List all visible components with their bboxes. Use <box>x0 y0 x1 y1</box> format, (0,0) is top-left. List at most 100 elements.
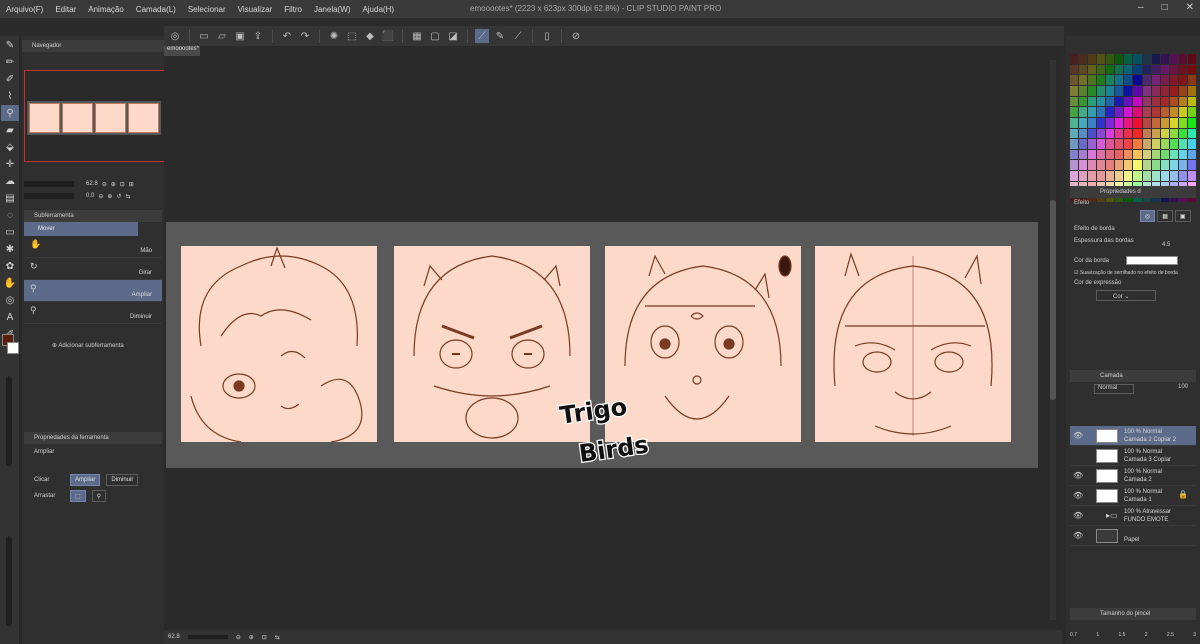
palette-swatch[interactable] <box>1160 117 1169 128</box>
palette-swatch[interactable] <box>1115 149 1124 160</box>
palette-swatch[interactable] <box>1088 149 1097 160</box>
palette-swatch[interactable] <box>1115 139 1124 149</box>
eye-icon[interactable]: 👁 <box>1073 491 1083 500</box>
palette-swatch[interactable] <box>1115 54 1124 64</box>
pencil-icon[interactable]: ✏ <box>1 54 19 70</box>
close-button[interactable]: ✕ <box>1186 2 1194 13</box>
palette-swatch[interactable] <box>1106 54 1115 64</box>
click-zoom-out-button[interactable]: Diminuir <box>106 474 139 486</box>
palette-swatch[interactable] <box>1160 171 1169 181</box>
palette-swatch[interactable] <box>1187 75 1196 85</box>
menu-filtro[interactable]: Filtro <box>278 5 308 14</box>
smartphone-icon[interactable]: ▯ <box>540 29 554 43</box>
palette-swatch[interactable] <box>1160 139 1169 149</box>
eye-icon[interactable]: 👁 <box>1073 471 1083 480</box>
palette-swatch[interactable] <box>1106 149 1115 160</box>
palette-swatch[interactable] <box>1178 117 1187 128</box>
palette-swatch[interactable] <box>1151 107 1160 117</box>
palette-swatch[interactable] <box>1142 171 1151 181</box>
palette-swatch[interactable] <box>1070 75 1079 85</box>
palette-swatch[interactable] <box>1133 171 1142 181</box>
palette-swatch[interactable] <box>1106 128 1115 139</box>
palette-swatch[interactable] <box>1088 171 1097 181</box>
palette-swatch[interactable] <box>1160 75 1169 85</box>
snap-grid-icon[interactable]: ⟋ <box>511 29 525 43</box>
palette-swatch[interactable] <box>1169 64 1178 75</box>
palette-swatch[interactable] <box>1151 54 1160 64</box>
palette-swatch[interactable] <box>1124 117 1133 128</box>
palette-swatch[interactable] <box>1151 171 1160 181</box>
palette-swatch[interactable] <box>1160 149 1169 160</box>
palette-swatch[interactable] <box>1088 107 1097 117</box>
undo-icon[interactable]: ↶ <box>280 29 294 43</box>
palette-swatch[interactable] <box>1106 75 1115 85</box>
rotate-right-icon[interactable]: ⊕ <box>107 193 112 200</box>
layer-row[interactable]: 👁 100 % Normal Camada 2 <box>1070 466 1196 486</box>
palette-swatch[interactable] <box>1106 171 1115 181</box>
palette-swatch[interactable] <box>1178 85 1187 96</box>
palette-swatch[interactable] <box>1151 149 1160 160</box>
save-icon[interactable]: ▣ <box>233 29 247 43</box>
palette-swatch[interactable] <box>1187 128 1196 139</box>
palette-swatch[interactable] <box>1142 64 1151 75</box>
palette-swatch[interactable] <box>1142 160 1151 171</box>
palette-swatch[interactable] <box>1115 171 1124 181</box>
palette-swatch[interactable] <box>1169 96 1178 107</box>
figure-icon[interactable]: ▭ <box>1 224 19 240</box>
decoration-icon[interactable]: ✿ <box>1 258 19 274</box>
palette-swatch[interactable] <box>1133 107 1142 117</box>
palette-swatch[interactable] <box>1142 75 1151 85</box>
text-icon[interactable]: A <box>1 309 19 325</box>
palette-swatch[interactable] <box>1178 139 1187 149</box>
subtool-item-hand[interactable]: ✋ Mão <box>24 236 162 258</box>
palette-swatch[interactable] <box>1115 75 1124 85</box>
palette-swatch[interactable] <box>1133 54 1142 64</box>
zoom-out-icon[interactable]: ⊖ <box>102 181 107 188</box>
palette-swatch[interactable] <box>1079 54 1088 64</box>
palette-swatch[interactable] <box>1133 64 1142 75</box>
palette-swatch[interactable] <box>1115 117 1124 128</box>
smoothing-checkbox[interactable]: ☑ Suavização de serrilhado no efeito de … <box>1074 270 1178 276</box>
palette-swatch[interactable] <box>1097 96 1106 107</box>
clear-icon[interactable]: ⬚ <box>345 29 359 43</box>
expression-color-select[interactable]: Cor ⌄ <box>1096 290 1156 301</box>
palette-swatch[interactable] <box>1160 64 1169 75</box>
palette-swatch[interactable] <box>1124 139 1133 149</box>
brush-icon[interactable]: ✐ <box>1 71 19 87</box>
palette-swatch[interactable] <box>1133 149 1142 160</box>
palette-swatch[interactable] <box>1133 96 1142 107</box>
reset-rotation-icon[interactable]: ↺ <box>116 193 121 200</box>
lock-icon[interactable]: 🔒 <box>1178 490 1188 499</box>
border-thickness-value[interactable]: 4.5 <box>1162 242 1170 248</box>
zoom-tool-icon[interactable]: ⚲ <box>1 105 19 121</box>
invert-selection-icon[interactable]: ◪ <box>446 29 460 43</box>
brush-size-option[interactable]: 1.5 <box>1118 632 1125 638</box>
palette-swatch[interactable] <box>1106 85 1115 96</box>
border-effect-icon[interactable]: ◎ <box>1140 210 1156 222</box>
menu-arquivo[interactable]: Arquivo(F) <box>0 5 49 14</box>
palette-swatch[interactable] <box>1124 54 1133 64</box>
palette-swatch[interactable] <box>1160 85 1169 96</box>
palette-swatch[interactable] <box>1187 85 1196 96</box>
palette-swatch[interactable] <box>1169 160 1178 171</box>
color-palette[interactable] <box>1070 54 1196 202</box>
palette-swatch[interactable] <box>1115 96 1124 107</box>
zoom-in-icon[interactable]: ⊕ <box>249 634 254 641</box>
brush-size-option[interactable]: 0.7 <box>1070 632 1077 638</box>
click-zoom-in-button[interactable]: Ampliar <box>70 474 101 486</box>
palette-swatch[interactable] <box>1142 117 1151 128</box>
add-subtool-button[interactable]: ⊕ Adicionar subferramenta <box>52 342 124 349</box>
palette-swatch[interactable] <box>1070 117 1079 128</box>
palette-swatch[interactable] <box>1079 75 1088 85</box>
blend-mode-select[interactable]: Normal <box>1094 384 1134 394</box>
palette-swatch[interactable] <box>1079 128 1088 139</box>
palette-swatch[interactable] <box>1088 128 1097 139</box>
palette-swatch[interactable] <box>1187 96 1196 107</box>
palette-swatch[interactable] <box>1133 75 1142 85</box>
palette-swatch[interactable] <box>1106 160 1115 171</box>
palette-swatch[interactable] <box>1169 117 1178 128</box>
palette-swatch[interactable] <box>1151 75 1160 85</box>
menu-editar[interactable]: Editar <box>49 5 82 14</box>
palette-swatch[interactable] <box>1151 85 1160 96</box>
zoom-slider[interactable] <box>24 181 74 187</box>
